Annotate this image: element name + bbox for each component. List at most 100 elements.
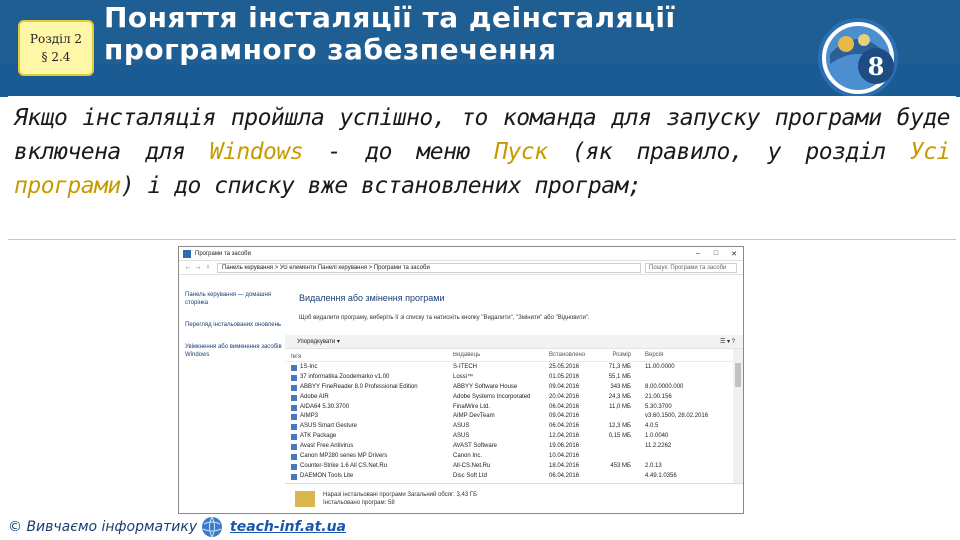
program-name: AIDA64 5.30.3700 xyxy=(285,403,453,413)
status-line2: Інстальовано програм: 58 xyxy=(323,499,395,506)
program-name: 1S-Inc xyxy=(285,363,453,373)
program-icon xyxy=(291,424,297,431)
program-version: 11.2.2262 xyxy=(645,443,672,450)
program-publisher: Canon Inc. xyxy=(453,453,483,460)
globe-icon xyxy=(202,516,222,538)
table-row[interactable]: 1S-Inc S-ITECH 25.05.2016 71,3 МБ 11.00.0000 xyxy=(285,363,733,373)
organize-button[interactable]: Упорядкувати ▾ xyxy=(297,338,340,345)
table-row[interactable]: AIDA64 5.30.3700 FinalWire Ltd. 06.04.2016… xyxy=(285,403,733,413)
logo-number: 8 xyxy=(868,52,885,81)
table-row[interactable]: AIMP3 AIMP DevTeam 09.04.2016 v3.60.1500, 2… xyxy=(285,412,733,422)
program-installed: 19.06.2016 xyxy=(549,443,580,450)
program-size xyxy=(599,412,635,422)
scrollbar-thumb[interactable] xyxy=(735,363,741,387)
program-version: 11.00.0000 xyxy=(645,364,675,370)
program-name-text: Avast Free Antivirus xyxy=(300,443,354,450)
close-icon[interactable]: ✕ xyxy=(725,250,743,258)
program-name: Counter-Strike 1.6 All CS.Net.Ru xyxy=(285,462,453,472)
program-size xyxy=(599,442,635,452)
program-name-text: 37 informatika Zoodemarko v1.00 xyxy=(300,373,390,380)
list-scrollbar[interactable] xyxy=(733,349,743,495)
program-version: 8.00.0000.000 xyxy=(645,383,684,390)
slide-title: Поняття інсталяції та деінсталяції прогр… xyxy=(104,2,676,66)
program-publisher: Lossi™ xyxy=(453,373,474,380)
program-name: 37 informatika Zoodemarko v1.00 xyxy=(285,373,453,383)
body-textbox: Якщо інсталяція пройшла успішно, то кома… xyxy=(8,96,956,240)
program-name-text: ATK Package xyxy=(300,433,337,440)
program-size xyxy=(599,452,635,462)
program-icon xyxy=(291,444,297,451)
address-path[interactable]: Панель керування > Усі елементи Панелі к… xyxy=(217,262,641,273)
col-size[interactable]: Розмір xyxy=(599,352,635,361)
table-row[interactable]: ABBYY FineReader 8.0 Professional Editio… xyxy=(285,383,733,393)
program-installed: 06.04.2016 xyxy=(549,403,580,410)
program-installed: 20.04.2016 xyxy=(549,393,580,400)
program-size: 71,3 МБ xyxy=(608,364,631,370)
program-name: AIMP3 xyxy=(285,412,453,422)
table-row[interactable]: 37 informatika Zoodemarko v1.00 Lossi™ 01.… xyxy=(285,373,733,383)
left-link-home[interactable]: Панель керування — домашня сторінка xyxy=(185,291,283,307)
table-row[interactable]: Counter-Strike 1.6 All CS.Net.Ru All-CS.N… xyxy=(285,462,733,472)
program-name: Adobe AIR xyxy=(285,393,453,403)
col-publisher[interactable]: Видавець xyxy=(453,352,549,361)
col-installed[interactable]: Встановлено xyxy=(549,352,599,361)
text-part3: (як правило, у розділ xyxy=(547,139,910,165)
address-bar: ← → ↑ Панель керування > Усі елементи Па… xyxy=(179,261,743,275)
program-publisher: All-CS.Net.Ru xyxy=(453,462,491,469)
program-size: 12,3 МБ xyxy=(608,423,631,430)
program-version: 4.49.1.0356 xyxy=(645,472,677,479)
program-icon xyxy=(291,384,297,391)
table-row[interactable]: DAEMON Tools Lite Disc Soft Ltd 06.04.2016… xyxy=(285,472,733,482)
program-version: 4.0.5 xyxy=(645,423,659,430)
window-title: Програми та засоби xyxy=(195,250,251,257)
view-options-icon[interactable]: ☰ ▾ ? xyxy=(720,338,735,345)
title-line2: програмного забезпечення xyxy=(104,33,557,66)
main-heading: Видалення або змінення програми xyxy=(299,293,445,303)
organize-toolbar: Упорядкувати ▾ ☰ ▾ ? xyxy=(285,335,743,349)
program-installed: 25.05.2016 xyxy=(549,364,580,370)
program-installed: 10.04.2016 xyxy=(549,453,580,460)
forward-arrow-icon[interactable]: → xyxy=(193,264,203,271)
main-pane: Видалення або змінення програми Щоб вида… xyxy=(285,277,743,513)
back-arrow-icon[interactable]: ← xyxy=(183,264,193,271)
col-version[interactable]: Версія xyxy=(635,352,695,361)
program-size: 11,0 МБ xyxy=(609,403,631,410)
site-link[interactable]: teach-inf.at.ua xyxy=(230,519,346,535)
table-row[interactable]: Canon MP280 series MP Drivers Canon Inc. 1… xyxy=(285,452,733,462)
header-bar: Розділ 2 § 2.4 Поняття інсталяції та деі… xyxy=(0,0,960,98)
program-version: 5.30.3700 xyxy=(645,403,672,410)
program-publisher: Adobe Systems Incorporated xyxy=(453,393,531,400)
program-publisher: ASUS xyxy=(453,433,470,440)
program-name-text: Counter-Strike 1.6 All CS.Net.Ru xyxy=(300,462,388,469)
table-row[interactable]: Adobe AIR Adobe Systems Incorporated 20.04… xyxy=(285,393,733,403)
program-icon xyxy=(291,473,297,480)
program-name-text: Adobe AIR xyxy=(300,393,329,400)
up-arrow-icon[interactable]: ↑ xyxy=(203,264,213,271)
program-size: 453 МБ xyxy=(610,462,631,469)
program-name-text: 1S-Inc xyxy=(300,364,318,370)
program-size: 24,3 МБ xyxy=(608,393,631,400)
table-row[interactable]: ATK Package ASUS 12.04.2016 0,15 МБ 1.0.0040 xyxy=(285,432,733,442)
program-icon xyxy=(291,414,297,421)
window-icon xyxy=(183,249,191,258)
program-icon xyxy=(291,463,297,470)
footer: © Вивчаємо інформатику teach-inf.at.ua xyxy=(0,516,960,540)
minimize-icon[interactable]: – xyxy=(689,250,707,257)
program-name: ASUS Smart Gesture xyxy=(285,422,453,432)
table-row[interactable]: Avast Free Antivirus AVAST Software 19.06.… xyxy=(285,442,733,452)
table-row[interactable]: ASUS Smart Gesture ASUS 06.04.2016 12,3 МБ 4… xyxy=(285,422,733,432)
body-paragraph: Якщо інсталяція пройшла успішно, то кома… xyxy=(8,96,956,203)
program-icon xyxy=(291,453,297,460)
left-link-updates[interactable]: Перегляд інстальованих оновлень xyxy=(185,321,283,329)
maximize-icon[interactable]: □ xyxy=(707,250,725,257)
program-publisher: ABBYY Software House xyxy=(453,383,518,390)
col-name[interactable]: Ім'я xyxy=(285,352,453,361)
left-pane: Панель керування — домашня сторінка Пере… xyxy=(179,277,283,513)
program-name-text: Canon MP280 series MP Drivers xyxy=(300,453,388,460)
program-version: 2.0.13 xyxy=(645,462,662,469)
program-size xyxy=(599,472,635,482)
programs-box-icon xyxy=(295,490,315,507)
program-version: v3.60.1500, 28.02.2016 xyxy=(645,413,709,420)
search-input[interactable]: Пошук: Програми та засоби xyxy=(645,262,737,273)
left-link-features[interactable]: Увімкнення або вимкнення засобів Windows xyxy=(185,343,283,359)
